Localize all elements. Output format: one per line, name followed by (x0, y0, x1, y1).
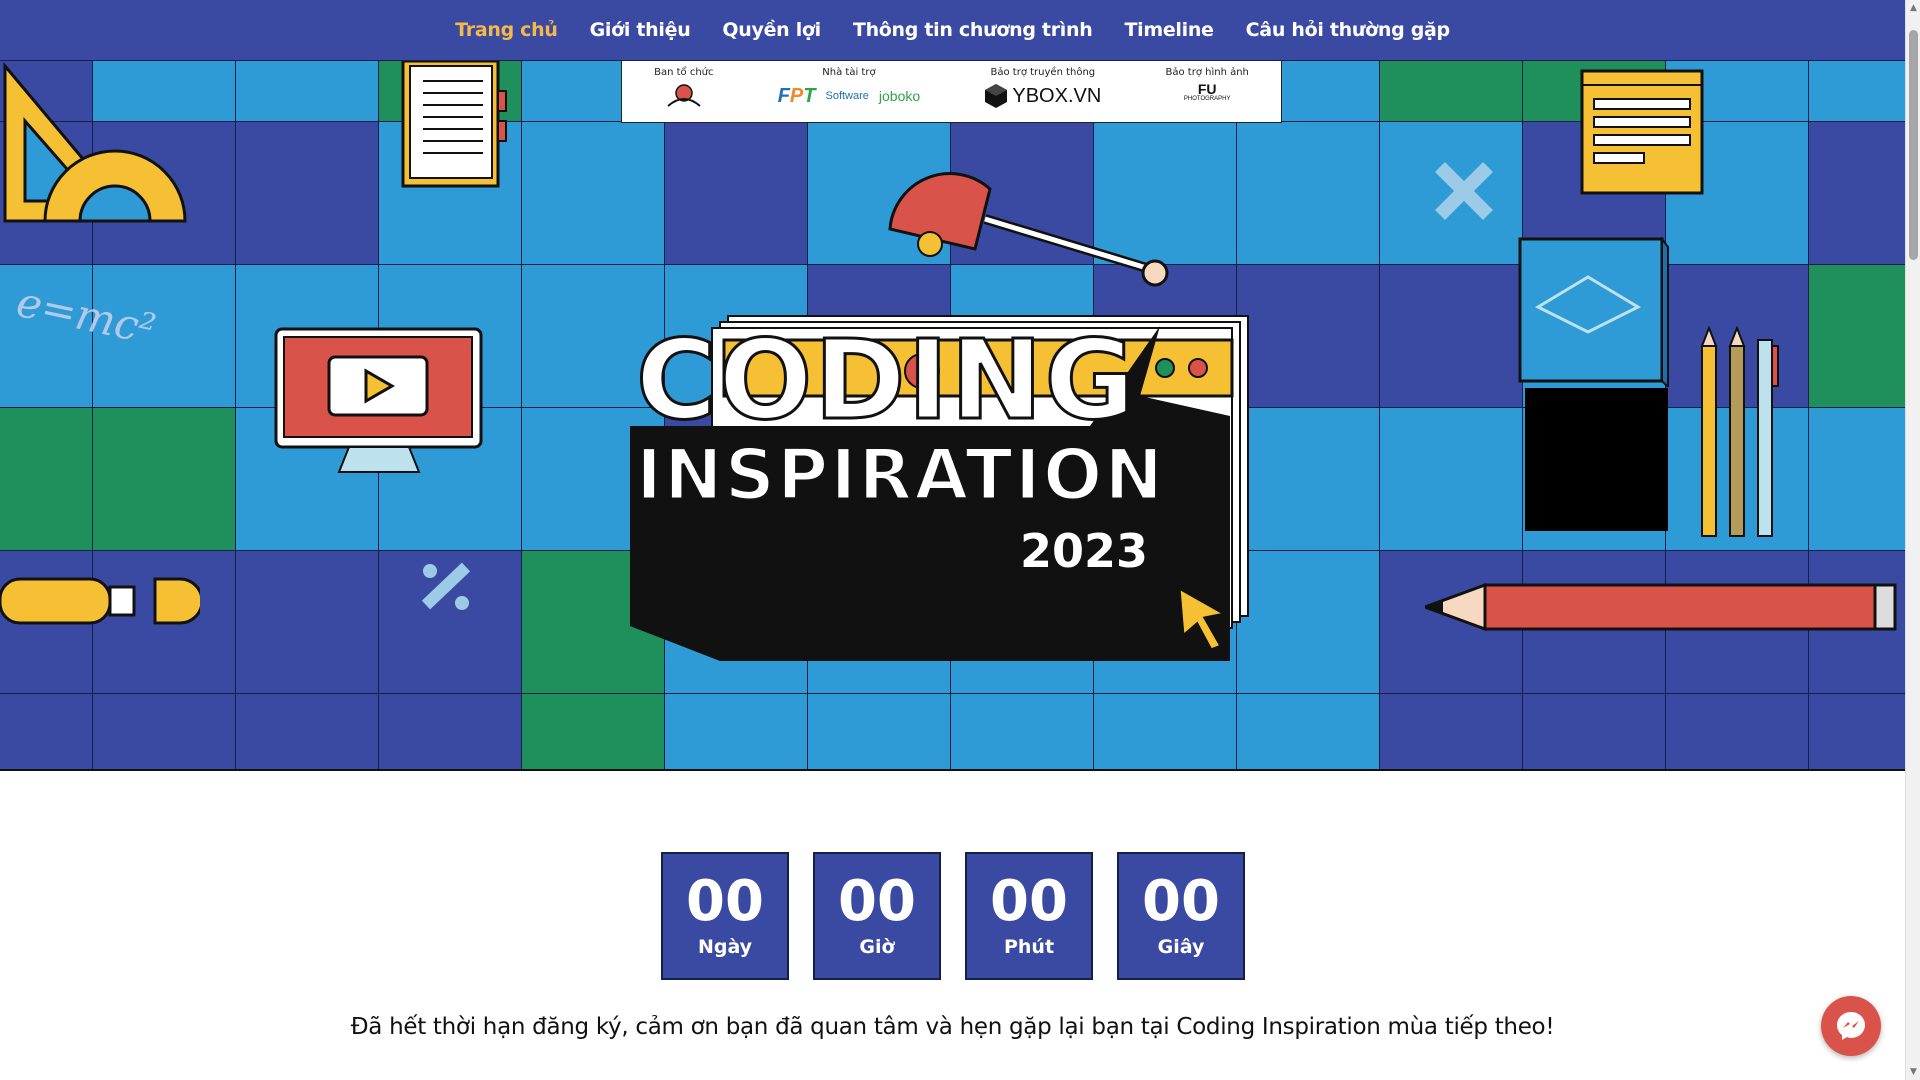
usb-drive-icon (0, 577, 200, 625)
image-sponsor-label: Bảo trợ hình ảnh (1165, 67, 1249, 78)
countdown-days-label: Ngày (697, 936, 753, 958)
countdown-days: 00 Ngày (661, 852, 789, 980)
cursor-arrow-icon (1177, 585, 1230, 652)
top-navigation: Trang chủ Giới thiệu Quyền lợi Thông tin… (0, 0, 1905, 61)
event-title-card: CODING INSPIRATION 2023 (620, 266, 1280, 666)
sponsor-label: Nhà tài trợ (822, 67, 876, 78)
sticky-note-icon (1580, 69, 1704, 195)
nav-item-quyen-loi[interactable]: Quyền lợi (722, 19, 821, 41)
countdown-timer: 00 Ngày 00 Giờ 00 Phút 00 Giây (661, 852, 1245, 980)
nav-item-trang-chu[interactable]: Trang chủ (455, 19, 558, 41)
page-scrollbar[interactable]: ▲ ▼ (1905, 0, 1920, 1080)
countdown-seconds-value: 00 (1142, 869, 1220, 934)
countdown-hours-label: Giờ (859, 936, 895, 958)
graduation-cap-box-icon (1518, 237, 1669, 387)
title-inspiration: INSPIRATION (635, 433, 1165, 518)
image-sponsor-group: Bảo trợ hình ảnh FU PHOTOGRAPHY (1166, 67, 1249, 110)
nav-item-gioi-thieu[interactable]: Giới thiệu (590, 19, 691, 41)
ybox-text: YBOX.VN (1012, 84, 1102, 107)
countdown-minutes-value: 00 (990, 869, 1068, 934)
ybox-cube-icon (985, 84, 1008, 108)
organizer-group: Ban tổ chức (654, 67, 714, 110)
countdown-hours: 00 Giờ (813, 852, 941, 980)
scroll-up-arrow-icon[interactable]: ▲ (1908, 2, 1919, 14)
title-year: 2023 (1020, 524, 1149, 578)
organizer-label: Ban tổ chức (654, 67, 714, 78)
countdown-minutes: 00 Phút (965, 852, 1093, 980)
notebook-icon (401, 61, 507, 188)
scroll-down-arrow-icon[interactable]: ▼ (1908, 1066, 1919, 1078)
pencils-icon (1700, 326, 1779, 537)
night-sky-panel (1525, 388, 1668, 531)
countdown-hours-value: 00 (838, 869, 916, 934)
title-coding: CODING (635, 315, 1137, 446)
nav-item-cau-hoi-thuong-gap[interactable]: Câu hỏi thường gặp (1246, 19, 1450, 41)
scrollbar-thumb[interactable] (1909, 30, 1918, 260)
video-monitor-icon (274, 327, 483, 473)
fu-photography-logo[interactable]: FU PHOTOGRAPHY (1184, 82, 1231, 110)
ybox-logo[interactable]: YBOX.VN (984, 82, 1101, 110)
countdown-minutes-label: Phút (1003, 936, 1055, 958)
cross-doodle-icon (1435, 162, 1493, 220)
sponsor-strip: Ban tổ chức Nhà tài trợ FPT Software job… (621, 61, 1282, 123)
registration-closed-message: Đã hết thời hạn đăng ký, cảm ơn bạn đã q… (350, 1014, 1555, 1040)
media-group: Bảo trợ truyền thông YBOX.VN (984, 67, 1101, 110)
percent-doodle-icon (421, 562, 471, 610)
messenger-chat-button[interactable] (1821, 996, 1881, 1056)
organizer-logo (667, 84, 701, 107)
nav-item-thong-tin-chuong-trinh[interactable]: Thông tin chương trình (853, 19, 1093, 41)
fu-sub-text: PHOTOGRAPHY (1183, 96, 1231, 102)
countdown-seconds: 00 Giây (1117, 852, 1245, 980)
set-square-protractor-icon (3, 61, 187, 223)
red-pencil-icon (1425, 582, 1897, 632)
fpt-software-text: Software (825, 90, 869, 102)
hero-banner: e=mc² Ban tổ chức Nhà tài trợ FPT Softwa… (0, 61, 1905, 771)
countdown-days-value: 00 (686, 869, 764, 934)
fpt-logo[interactable]: FPT (778, 85, 816, 108)
countdown-seconds-label: Giây (1157, 936, 1205, 958)
fu-text: FU (1197, 81, 1217, 97)
messenger-icon (1837, 1012, 1865, 1040)
nav-item-timeline[interactable]: Timeline (1124, 19, 1214, 41)
media-label: Bảo trợ truyền thông (990, 67, 1096, 78)
joboko-logo[interactable]: joboko (879, 88, 920, 104)
sponsor-group: Nhà tài trợ FPT Software joboko (778, 67, 920, 110)
